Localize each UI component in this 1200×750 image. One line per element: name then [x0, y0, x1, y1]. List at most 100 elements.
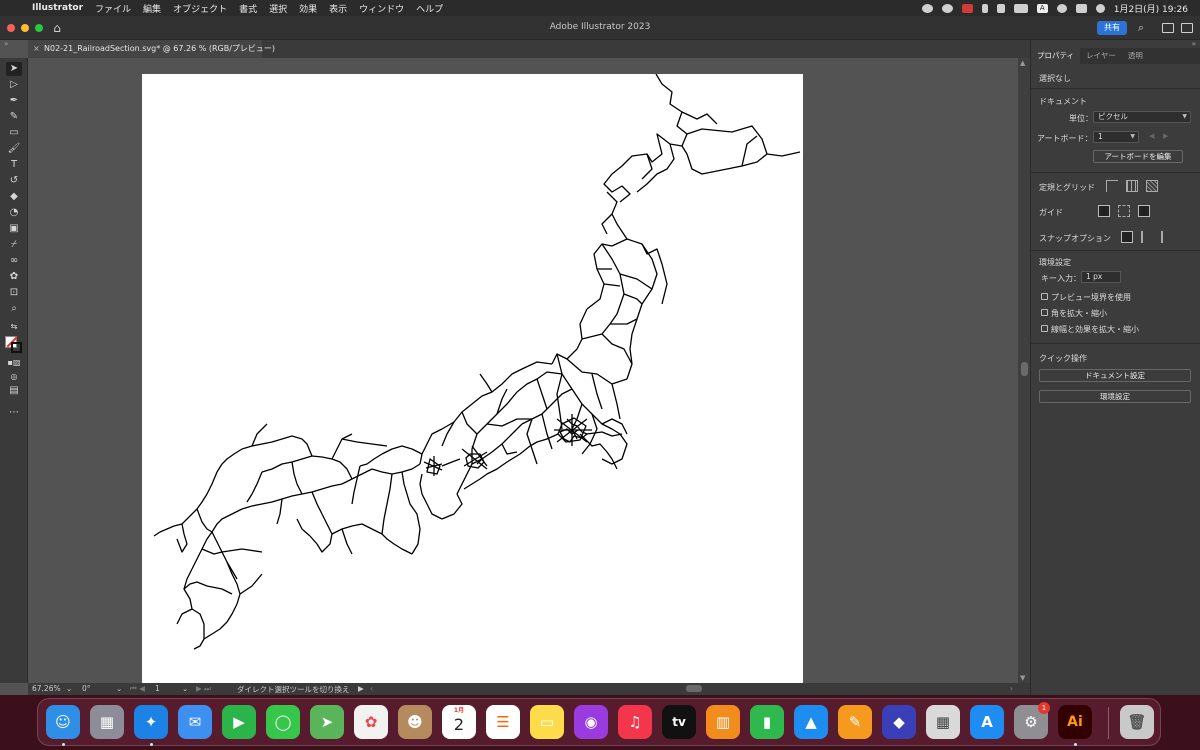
- menu-edit[interactable]: 編集: [137, 2, 167, 15]
- scroll-left-icon[interactable]: ‹: [370, 684, 373, 693]
- paintbrush-tool-icon[interactable]: 🖌: [6, 142, 22, 156]
- pages-icon[interactable]: ✎: [838, 705, 872, 739]
- next-artboard-icon[interactable]: ▶ ⏭: [196, 684, 211, 694]
- menu-file[interactable]: ファイル: [89, 2, 137, 15]
- scroll-right-icon[interactable]: ›: [1010, 684, 1013, 693]
- menu-window[interactable]: ウィンドウ: [353, 2, 410, 15]
- workspace-layout-icon[interactable]: [1162, 23, 1174, 33]
- contacts-icon[interactable]: ☻: [398, 705, 432, 739]
- shape-builder-tool-icon[interactable]: ◔: [6, 206, 22, 220]
- screen-mode-icon[interactable]: ▤: [6, 384, 22, 398]
- menu-select[interactable]: 選択: [263, 2, 293, 15]
- rotation-field[interactable]: 0°: [82, 684, 91, 693]
- launchpad-icon[interactable]: ▦: [90, 705, 124, 739]
- music-icon[interactable]: ♫: [618, 705, 652, 739]
- more-tools-icon[interactable]: ⋯: [6, 406, 22, 420]
- keyboard-increment-field[interactable]: 1 px: [1081, 271, 1121, 283]
- color-mode-icon[interactable]: ▪▨: [6, 356, 22, 370]
- panel-collapse-icon[interactable]: »: [1192, 40, 1196, 48]
- direct-selection-tool-icon[interactable]: ▷: [6, 78, 22, 92]
- snap-to-pixel-icon[interactable]: [1161, 231, 1173, 243]
- selection-tool-icon[interactable]: ➤: [6, 62, 22, 76]
- rotate-tool-icon[interactable]: ↺: [6, 174, 22, 188]
- document-tab[interactable]: × N02-21_RailroadSection.svg* @ 67.26 % …: [28, 40, 275, 58]
- preferences-button[interactable]: 環境設定: [1039, 390, 1191, 403]
- scale-corners-checkbox[interactable]: [1041, 309, 1048, 316]
- units-dropdown[interactable]: ピクセル ▼: [1093, 111, 1191, 123]
- clock[interactable]: 1月2日(月) 19:26: [1114, 2, 1188, 15]
- panel-toggle-icon[interactable]: [1181, 23, 1193, 33]
- menu-view[interactable]: 表示: [323, 2, 353, 15]
- zoom-level-field[interactable]: 67.26%: [32, 684, 61, 693]
- menu-help[interactable]: ヘルプ: [410, 2, 449, 15]
- calculator-icon[interactable]: ▦: [926, 705, 960, 739]
- maps-icon[interactable]: ➤: [310, 705, 344, 739]
- control-center-icon[interactable]: [1075, 3, 1087, 13]
- facetime-icon[interactable]: ▶: [222, 705, 256, 739]
- vertical-scroll-thumb[interactable]: [1021, 362, 1028, 376]
- artboard-prev-icon[interactable]: ◀: [1149, 132, 1154, 140]
- symbol-sprayer-tool-icon[interactable]: ✿: [6, 270, 22, 284]
- app-store-icon[interactable]: A: [970, 705, 1004, 739]
- keynote-icon[interactable]: ▲: [794, 705, 828, 739]
- document-setup-button[interactable]: ドキュメント設定: [1039, 369, 1191, 382]
- artboard-dropdown[interactable]: 1 ▼: [1093, 131, 1139, 143]
- eyedropper-tool-icon[interactable]: ⌿: [6, 238, 22, 252]
- lock-guides-icon[interactable]: [1118, 205, 1130, 217]
- swap-fill-stroke-icon[interactable]: ⇆: [6, 320, 22, 334]
- reminders-icon[interactable]: ☰: [486, 705, 520, 739]
- artboard[interactable]: [142, 74, 803, 683]
- cloud-icon[interactable]: [921, 3, 933, 13]
- first-artboard-icon[interactable]: ⏮ ◀: [130, 684, 145, 694]
- rotation-dropdown-icon[interactable]: ⌄: [116, 684, 122, 693]
- artboard-tool-icon[interactable]: ⊡: [6, 286, 22, 300]
- tab-properties[interactable]: プロパティ: [1031, 48, 1081, 64]
- input-source-icon[interactable]: A: [1036, 3, 1048, 13]
- eraser-tool-icon[interactable]: ◆: [6, 190, 22, 204]
- rectangle-tool-icon[interactable]: ▭: [6, 126, 22, 140]
- artboard-dropdown-icon[interactable]: ⌄: [182, 684, 188, 693]
- illustrator-icon[interactable]: Ai: [1058, 705, 1092, 739]
- pen-tool-icon[interactable]: ✒: [6, 94, 22, 108]
- finder-icon[interactable]: ☺: [46, 705, 80, 739]
- status-menu-arrow-icon[interactable]: ▶: [358, 684, 364, 693]
- canvas-area[interactable]: [28, 58, 1018, 683]
- bluetooth-icon[interactable]: [981, 3, 988, 13]
- vertical-scrollbar[interactable]: ▲ ▼: [1018, 58, 1030, 683]
- safari-icon[interactable]: ✦: [134, 705, 168, 739]
- zoom-tool-icon[interactable]: ⌕: [6, 302, 22, 316]
- type-tool-icon[interactable]: T: [6, 158, 22, 172]
- ruler-icon[interactable]: [1106, 180, 1118, 192]
- trash-icon[interactable]: 🗑: [1120, 705, 1154, 739]
- gradient-tool-icon[interactable]: ▣: [6, 222, 22, 236]
- toolbar-collapse-icon[interactable]: »: [4, 40, 8, 48]
- shortcuts-icon[interactable]: ◆: [882, 705, 916, 739]
- smart-guides-icon[interactable]: [1138, 205, 1150, 217]
- scale-strokes-checkbox[interactable]: [1041, 325, 1048, 332]
- curvature-tool-icon[interactable]: ✎: [6, 110, 22, 124]
- railroad-map-artwork[interactable]: [142, 74, 803, 683]
- show-guides-icon[interactable]: [1098, 205, 1110, 217]
- photos-icon[interactable]: ✿: [354, 705, 388, 739]
- horizontal-scroll-thumb[interactable]: [686, 685, 702, 692]
- pixel-grid-icon[interactable]: [1146, 180, 1158, 192]
- calendar-icon[interactable]: 1月 2: [442, 705, 476, 739]
- edit-artboards-button[interactable]: アートボードを編集: [1093, 150, 1183, 163]
- menu-object[interactable]: オブジェクト: [167, 2, 233, 15]
- snap-to-point-icon[interactable]: [1121, 231, 1133, 243]
- menu-type[interactable]: 書式: [233, 2, 263, 15]
- snap-to-grid-icon[interactable]: [1141, 231, 1153, 243]
- zoom-dropdown-icon[interactable]: ⌄: [66, 684, 72, 693]
- scroll-down-icon[interactable]: ▼: [1020, 674, 1025, 682]
- battery-icon[interactable]: [1013, 3, 1028, 13]
- artboard-number-field[interactable]: 1: [155, 684, 160, 693]
- tab-layers[interactable]: レイヤー: [1080, 48, 1122, 64]
- notifications-off-icon[interactable]: [996, 3, 1005, 13]
- stroke-swatch[interactable]: [11, 342, 22, 353]
- tab-transparency[interactable]: 透明: [1122, 48, 1149, 64]
- creative-cloud-icon[interactable]: [941, 3, 953, 13]
- share-button[interactable]: 共有: [1097, 21, 1127, 35]
- numbers-icon[interactable]: ▮: [750, 705, 784, 739]
- wifi-icon[interactable]: [1056, 3, 1067, 13]
- antivirus-icon[interactable]: [961, 3, 973, 13]
